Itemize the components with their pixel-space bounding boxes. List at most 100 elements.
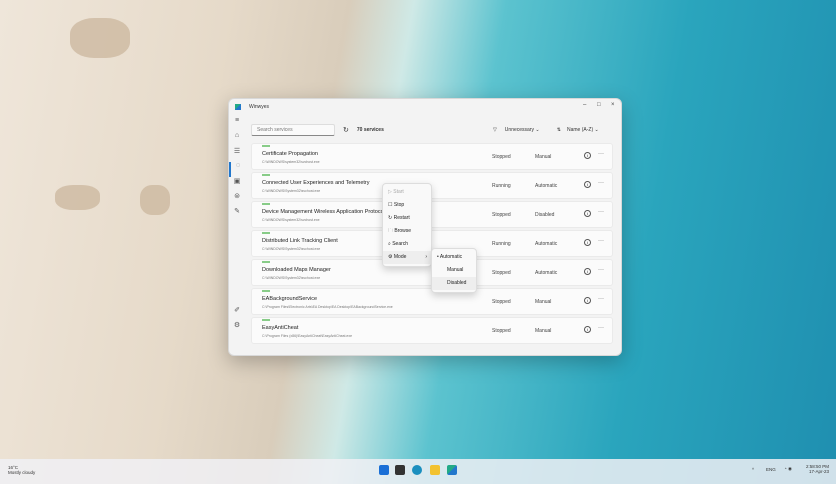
service-tag [262, 319, 270, 321]
menu-item-stop[interactable]: ☐ Stop [383, 199, 431, 212]
winwyes-taskbar-icon[interactable] [447, 465, 457, 475]
service-mode: Automatic [535, 270, 558, 276]
service-mode: Automatic [535, 241, 558, 247]
context-menu: ▷ Start ☐ Stop ↻ Restart 🗀 Browse ⌕ Sear… [382, 183, 432, 267]
tools-icon[interactable]: ✎ [229, 207, 245, 222]
service-tag [262, 174, 270, 176]
edge-icon[interactable] [412, 465, 422, 475]
service-tag [262, 290, 270, 292]
service-status: Stopped [492, 328, 511, 334]
menu-item-start[interactable]: ▷ Start [383, 186, 431, 199]
clock[interactable]: 2:58:50 PM 17-Apr-23 [806, 464, 829, 474]
info-icon[interactable]: i [584, 326, 591, 333]
service-status: Running [492, 183, 511, 189]
service-path: C:\WINDOWS\system32\svchost.exe [262, 160, 320, 164]
service-name: EasyAntiCheat [262, 325, 299, 331]
more-options-icon[interactable]: ··· [598, 267, 604, 273]
maximize-button[interactable]: □ [597, 102, 601, 108]
submenu-automatic[interactable]: • Automatic [432, 251, 476, 264]
service-name: Device Management Wireless Application P… [262, 209, 385, 215]
sort-dropdown[interactable]: Name (A-Z) ⌄ [567, 127, 613, 133]
service-path: C:\WINDOWS\System32\svchost.exe [262, 276, 321, 280]
menu-item-restart[interactable]: ↻ Restart [383, 212, 431, 225]
service-row[interactable]: EasyAntiCheat C:\Program Files (x86)\Eas… [251, 317, 613, 344]
wifi-volume-icon[interactable]: ◔ ◉ [784, 466, 792, 472]
service-mode: Disabled [535, 212, 555, 218]
service-count: 70 services [356, 127, 384, 133]
submenu-disabled[interactable]: Disabled [432, 277, 476, 290]
info-icon[interactable]: i [584, 297, 591, 304]
service-status: Stopped [492, 154, 511, 160]
service-mode: Manual [535, 154, 552, 160]
more-options-icon[interactable]: ··· [598, 209, 604, 215]
service-status: Stopped [492, 299, 511, 305]
submenu-manual[interactable]: Manual [432, 264, 476, 277]
service-name: Connected User Experiences and Telemetry [262, 180, 370, 186]
app-logo-icon [235, 104, 241, 110]
more-options-icon[interactable]: ··· [598, 325, 604, 331]
info-icon[interactable]: i [584, 181, 591, 188]
service-status: Running [492, 241, 511, 247]
minimize-button[interactable]: – [583, 102, 586, 108]
weather-widget[interactable]: 16°C Mostly cloudy [8, 465, 35, 475]
service-tag [262, 145, 270, 147]
weather-text: Mostly cloudy [8, 470, 36, 475]
service-name: Downloaded Maps Manager [262, 267, 331, 273]
service-name: EABackgroundService [262, 296, 318, 302]
menu-item-browse[interactable]: 🗀 Browse [383, 225, 431, 238]
date: 17-Apr-23 [809, 469, 830, 474]
refresh-icon[interactable]: ↻ [343, 126, 349, 134]
explorer-icon[interactable] [430, 465, 440, 475]
tweaks-icon[interactable]: ✐ [229, 306, 245, 321]
filter-dropdown[interactable]: Unnecessary ⌄ [505, 127, 553, 133]
settings-icon[interactable]: ⚙ [229, 321, 245, 336]
service-mode: Automatic [535, 183, 558, 189]
menu-item-mode[interactable]: ⚙ Mode › [383, 251, 431, 264]
more-options-icon[interactable]: ··· [598, 296, 604, 302]
service-name: Distributed Link Tracking Client [262, 238, 338, 244]
service-status: Stopped [492, 270, 511, 276]
menu-icon[interactable]: ≡ [229, 117, 245, 132]
taskbar: 16°C Mostly cloudy ^ ENG ◔ ◉ 2:58:50 PM … [0, 459, 836, 484]
window-title: Winwyes [249, 104, 270, 110]
sort-icon: ⇅ [556, 127, 561, 133]
service-mode: Manual [535, 328, 552, 334]
service-path: C:\Program Files (x86)\EasyAntiCheat\Eas… [262, 334, 353, 338]
sidebar: ≡ ⌂ ☰ ◌ ▣ ⊜ ✎ ✐ ⚙ [229, 117, 245, 355]
service-row[interactable]: Device Management Wireless Application P… [251, 201, 613, 228]
services-icon[interactable]: ◌ [229, 162, 245, 177]
service-path: C:\WINDOWS\system32\svchost.exe [262, 218, 320, 222]
service-row[interactable]: Connected User Experiences and Telemetry… [251, 172, 613, 199]
service-mode: Manual [535, 299, 552, 305]
service-path: C:\WINDOWS\System32\svchost.exe [262, 247, 321, 251]
apps-icon[interactable]: ▣ [229, 177, 245, 192]
service-path: C:\Program Files\Electronic Arts\EA Desk… [262, 305, 393, 309]
more-options-icon[interactable]: ··· [598, 151, 604, 157]
task-view-icon[interactable] [395, 465, 405, 475]
service-tag [262, 203, 270, 205]
filter-value: Unnecessary [504, 127, 534, 133]
more-options-icon[interactable]: ··· [598, 180, 604, 186]
network-icon[interactable]: ⊜ [229, 192, 245, 207]
filter-icon: ▽ [492, 127, 497, 133]
info-icon[interactable]: i [584, 152, 591, 159]
service-row[interactable]: Certificate Propagation C:\WINDOWS\syste… [251, 143, 613, 170]
mode-submenu: • Automatic Manual Disabled [431, 248, 477, 293]
service-status: Stopped [492, 212, 511, 218]
service-tag [262, 261, 270, 263]
info-icon[interactable]: i [584, 268, 591, 275]
close-button[interactable]: × [611, 102, 615, 108]
info-icon[interactable]: i [584, 239, 591, 246]
home-icon[interactable]: ⌂ [229, 132, 245, 147]
search-input[interactable]: Search services [251, 124, 335, 136]
start-icon[interactable] [379, 465, 389, 475]
info-icon[interactable]: i [584, 210, 591, 217]
tray-chevron-icon[interactable]: ^ [752, 467, 754, 472]
menu-item-search[interactable]: ⌕ Search [383, 238, 431, 251]
service-tag [262, 232, 270, 234]
service-path: C:\WINDOWS\System32\svchost.exe [262, 189, 321, 193]
service-name: Certificate Propagation [262, 151, 318, 157]
list-icon[interactable]: ☰ [229, 147, 245, 162]
more-options-icon[interactable]: ··· [598, 238, 604, 244]
language-indicator[interactable]: ENG [766, 467, 776, 472]
